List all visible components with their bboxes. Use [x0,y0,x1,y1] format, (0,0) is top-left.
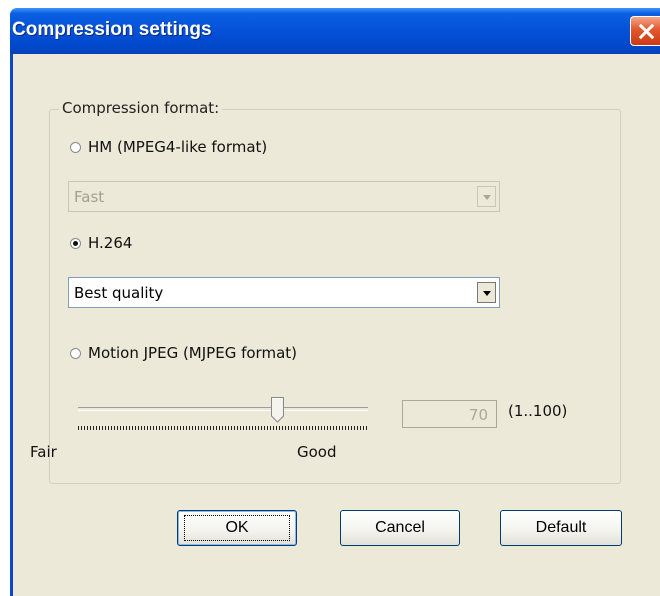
ok-button[interactable]: OK [177,510,297,546]
slider-thumb[interactable] [271,397,284,423]
radio-mjpeg[interactable]: Motion JPEG (MJPEG format) [70,344,297,362]
slider-max-label: Good [297,443,337,461]
quality-value: 70 [468,406,488,424]
radio-icon[interactable] [70,141,81,153]
radio-label-hm: HM (MPEG4-like format) [88,138,268,156]
compression-format-group: Compression format: HM (MPEG4-like forma… [49,99,621,484]
compression-settings-dialog: Compression settings Compression format:… [10,8,660,596]
slider-track [78,407,368,411]
quality-range-label: (1..100) [508,402,568,420]
h264-preset-select[interactable]: Best quality [68,277,500,308]
hm-preset-value: Fast [74,188,105,206]
radio-hm[interactable]: HM (MPEG4-like format) [70,138,267,156]
slider-ticks [78,426,368,430]
group-legend: Compression format: [59,99,223,117]
hm-preset-select: Fast [68,181,500,212]
quality-value-field: 70 [402,400,497,428]
radio-label-mjpeg: Motion JPEG (MJPEG format) [88,344,297,362]
cancel-button[interactable]: Cancel [340,510,460,546]
cancel-button-label: Cancel [375,519,425,536]
chevron-down-icon [477,186,496,207]
radio-icon[interactable] [70,347,81,359]
quality-slider[interactable] [78,397,373,433]
close-icon[interactable] [630,16,660,46]
radio-selected-icon[interactable] [70,237,81,249]
window-title: Compression settings [12,19,212,40]
default-button[interactable]: Default [500,510,622,546]
h264-preset-value: Best quality [74,284,164,302]
title-bar[interactable]: Compression settings [10,8,660,54]
ok-button-label: OK [184,515,290,541]
radio-label-h264: H.264 [88,234,133,252]
chevron-down-icon[interactable] [477,282,496,303]
radio-h264[interactable]: H.264 [70,234,132,252]
default-button-label: Default [535,519,587,536]
slider-min-label: Fair [30,443,57,461]
